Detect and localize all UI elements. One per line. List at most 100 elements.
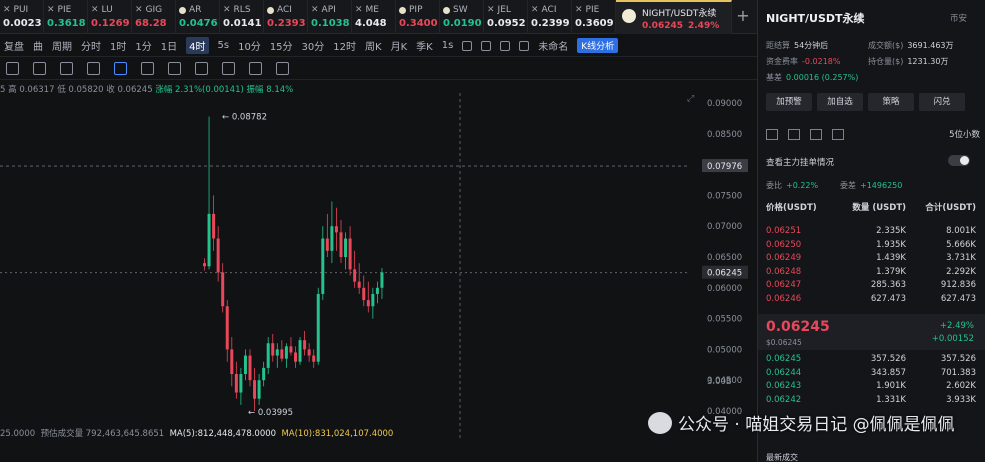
candle-body: [284, 346, 288, 359]
ticker-tab[interactable]: ✕ PIE 0.3609: [572, 0, 616, 34]
orderbook-cell: 0.06245: [766, 354, 802, 364]
exchange-tag[interactable]: 币安: [950, 12, 967, 24]
big-orders-toggle[interactable]: [948, 155, 970, 166]
ticker-tab[interactable]: ✕ JEL 0.0952: [484, 0, 528, 34]
ticker-label: RLS: [233, 5, 251, 15]
stat-value: 3691.463万: [907, 41, 954, 50]
ticker-tab[interactable]: ✕ LU 0.1269: [88, 0, 132, 34]
candle-tool-icon[interactable]: [141, 62, 154, 75]
orderbook-row[interactable]: 0.06248 1.379K 2.292K: [766, 267, 976, 277]
toolbar-item[interactable]: 30分: [302, 38, 325, 53]
note-icon[interactable]: [195, 62, 208, 75]
crosshair-icon[interactable]: [60, 62, 73, 75]
precision-select[interactable]: 5位小数: [949, 128, 980, 140]
trades-tab[interactable]: 最新成交: [766, 452, 798, 462]
toolbar-item[interactable]: 曲: [33, 38, 43, 53]
layout-icon[interactable]: [519, 40, 530, 51]
line-tool-icon[interactable]: [114, 62, 127, 75]
ticker-value: 0.2399: [531, 18, 570, 29]
orderbook-row[interactable]: 0.06250 1.935K 5.666K: [766, 240, 976, 250]
brush-icon[interactable]: [87, 62, 100, 75]
ticker-value: 0.3609: [575, 18, 614, 29]
measure-icon[interactable]: [168, 62, 181, 75]
wechat-icon: [648, 411, 672, 434]
toolbar-item[interactable]: 10分: [238, 38, 261, 53]
toolbar-item[interactable]: 月K: [391, 38, 408, 53]
candle-body: [248, 355, 252, 381]
ticker-tab[interactable]: AR 0.0476: [176, 0, 220, 34]
orderbook-row[interactable]: 0.06243 1.901K 2.602K: [766, 381, 976, 391]
active-ticker-tab[interactable]: NIGHT/USDT永续 0.06245 2.49%: [616, 0, 732, 34]
orderbook-grid-icon[interactable]: [832, 128, 844, 140]
toolbar-item[interactable]: 1分: [135, 38, 151, 53]
orderbook-cell: 0.06242: [766, 394, 802, 405]
candle-body: [203, 263, 206, 267]
orderbook-both-icon[interactable]: [766, 128, 778, 140]
ticker-tab[interactable]: ✕ PIE 0.3618: [44, 0, 88, 34]
ticker-tab[interactable]: SW 0.0190: [440, 0, 484, 34]
orderbook-buy-icon[interactable]: [788, 128, 800, 140]
layout-icon[interactable]: [6, 62, 19, 75]
candle-body: [353, 269, 357, 282]
drawing-toolbar: [0, 58, 757, 80]
ticker-tab[interactable]: ✕ API 0.1038: [308, 0, 352, 34]
magnet-icon[interactable]: [222, 62, 235, 75]
toolbar-item[interactable]: 分时: [81, 38, 101, 53]
order-ratio: 委比 +0.22%: [766, 181, 819, 190]
stat-item: 持仓量($) 1231.30万: [868, 56, 948, 67]
add-tab-icon[interactable]: +: [732, 0, 754, 34]
close-icon: ✕: [223, 5, 231, 15]
ticker-tab[interactable]: ✕ ACI 0.2399: [528, 0, 572, 34]
orderbook-row[interactable]: 0.06244 343.857 701.383: [766, 368, 976, 378]
toolbar-item[interactable]: 周期: [52, 38, 72, 53]
ticker-name: ✕ PIE: [47, 5, 87, 15]
toolbar-item[interactable]: 1日: [161, 38, 177, 53]
orderbook-row[interactable]: 0.06246 627.473 627.473: [766, 294, 976, 304]
toolbar-item[interactable]: 15分: [270, 38, 293, 53]
toolbar-item[interactable]: 5s: [218, 40, 230, 51]
orderbook-cell: 912.836: [940, 280, 976, 290]
toolbar-item[interactable]: 未命名: [538, 38, 568, 53]
candle-body: [380, 272, 384, 288]
toolbar-item[interactable]: 12时: [333, 38, 356, 53]
filter-icon[interactable]: [249, 62, 262, 75]
fullscreen-icon[interactable]: [500, 40, 511, 51]
orderbook-row[interactable]: 0.06245 357.526 357.526: [766, 354, 976, 364]
panel-button[interactable]: 加预警: [766, 93, 812, 111]
toolbar-item[interactable]: 1s: [442, 40, 454, 51]
ticker-tab[interactable]: PIP 0.3400: [396, 0, 440, 34]
trash-icon[interactable]: [276, 62, 289, 75]
candlestick-chart[interactable]: 0.090000.085000.080000.075000.070000.065…: [0, 93, 755, 438]
axis-tick: 0.06500: [707, 253, 742, 263]
ticker-label: ME: [365, 5, 379, 15]
ticker-value: 0.0476: [179, 18, 218, 29]
ticker-tab[interactable]: ✕ GIG 68.28: [132, 0, 176, 34]
ticker-tab[interactable]: ✕ PUI 0.0023: [0, 0, 44, 34]
orderbook-sell-icon[interactable]: [810, 128, 822, 140]
toolbar-item[interactable]: 复盘: [4, 38, 24, 53]
ticker-name: ✕ ACI: [531, 5, 571, 15]
ticker-tab[interactable]: ✕ RLS 0.0141: [220, 0, 264, 34]
ticker-tab[interactable]: ✕ ME 4.048: [352, 0, 396, 34]
candle-body: [230, 349, 234, 375]
ticker-tab[interactable]: ACI 0.2393: [264, 0, 308, 34]
candle-body: [280, 349, 284, 359]
toolbar-item[interactable]: 4时: [186, 37, 209, 54]
big-orders-link[interactable]: 查看主力挂单情况: [766, 156, 834, 168]
panel-button[interactable]: 加自选: [817, 93, 863, 111]
orderbook-row[interactable]: 0.06251 2.335K 8.001K: [766, 226, 976, 236]
settings-icon[interactable]: [481, 40, 492, 51]
toolbar-item[interactable]: 1时: [110, 38, 126, 53]
volume-axis-label: 3.00B: [707, 377, 732, 387]
pen-icon[interactable]: [33, 62, 46, 75]
toolbar-item[interactable]: 周K: [365, 38, 382, 53]
orderbook-row[interactable]: 0.06242 1.331K 3.933K: [766, 395, 976, 405]
orderbook-row[interactable]: 0.06249 1.439K 3.731K: [766, 253, 976, 263]
orderbook-row[interactable]: 0.06247 285.363 912.836: [766, 280, 976, 290]
panel-button[interactable]: 闪兑: [919, 93, 965, 111]
panel-button[interactable]: 策略: [868, 93, 914, 111]
toolbar-item[interactable]: 季K: [416, 38, 433, 53]
camera-icon[interactable]: [462, 40, 473, 51]
last-pct: +2.49%: [939, 321, 974, 331]
toolbar-item[interactable]: K线分析: [577, 38, 619, 53]
